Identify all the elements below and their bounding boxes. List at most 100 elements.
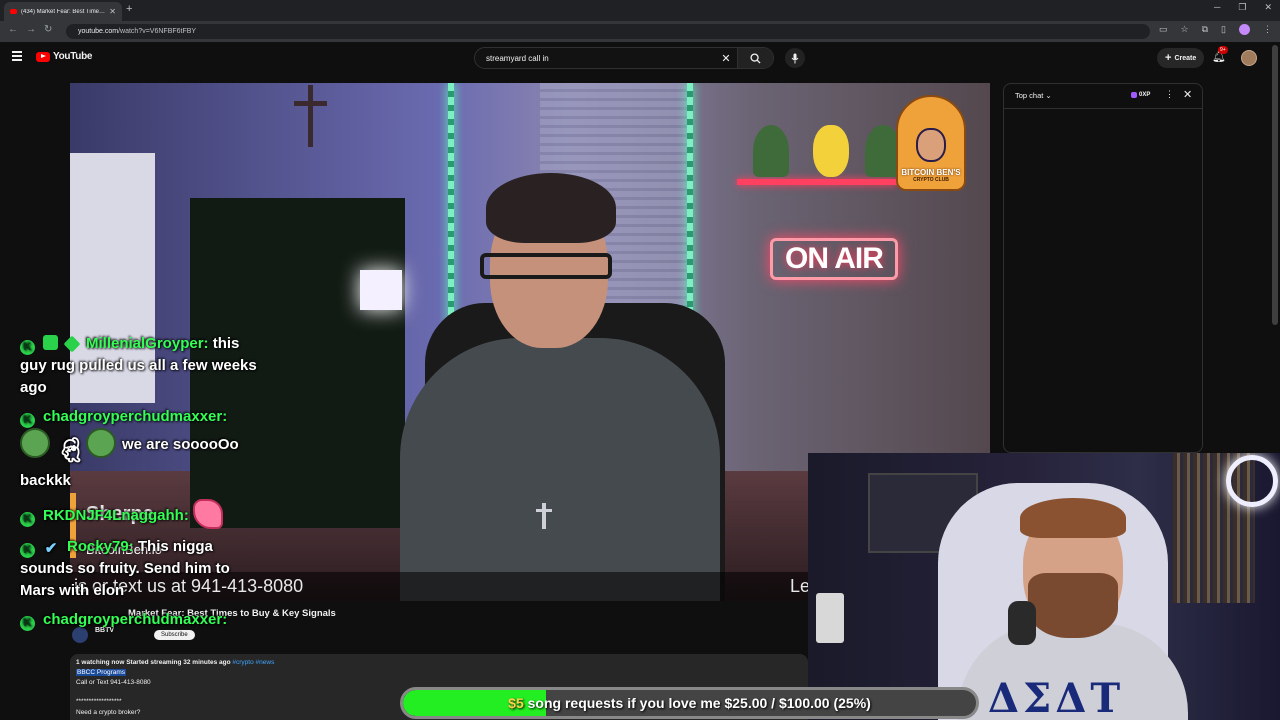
tab-title: (434) Market Fear: Best Times to Buy & K… xyxy=(21,8,105,15)
streamer-webcam: ΔΣΔΤ xyxy=(808,453,1280,720)
mod-badge-icon: K xyxy=(20,543,35,558)
youtube-logo[interactable]: YouTube xyxy=(36,51,93,62)
extensions-icon[interactable]: ⧉ xyxy=(1202,24,1208,35)
voice-search-button[interactable] xyxy=(785,48,805,68)
description-divider: ****************** xyxy=(76,698,122,705)
xp-label: 0XP xyxy=(1139,92,1151,98)
live-chat-panel xyxy=(1003,83,1203,453)
url-path: /watch?v=V6NFBF6tFBY xyxy=(118,28,197,35)
logo-line2: CRYPTO CLUB xyxy=(913,177,949,183)
chat-text: we are sooooOo backkk xyxy=(20,436,239,489)
top-chat-dropdown[interactable]: Top chat ⌄ xyxy=(1015,91,1052,100)
side-panel-icon[interactable]: ▯ xyxy=(1221,24,1226,35)
chat-message: K ✔ Rocky79: This nigga sounds so fruity. … xyxy=(20,536,260,602)
overlay-chat: K MillenialGroyper: this guy rug pulled u… xyxy=(20,333,260,638)
maximize-icon[interactable]: ❐ xyxy=(1238,2,1246,13)
clear-search-icon[interactable]: ✕ xyxy=(715,52,737,65)
chat-username: RKDNJF4Lnaggahh: xyxy=(43,507,189,524)
cast-icon[interactable]: ▭ xyxy=(1159,24,1168,35)
back-icon[interactable]: ← xyxy=(8,24,18,35)
chat-username: chadgroyperchudmaxxer: xyxy=(43,611,228,628)
on-air-neon-sign: ON AIR xyxy=(770,238,898,280)
shirt-letters: ΔΣΔΤ xyxy=(988,675,1125,720)
notification-count-badge: 9+ xyxy=(1218,46,1228,54)
pikachu-figure xyxy=(813,125,849,177)
notifications-button[interactable]: 🔔︎ 9+ xyxy=(1212,46,1228,63)
gift-badge-icon xyxy=(43,335,58,350)
plant xyxy=(753,125,789,177)
checkmark-badge-icon: ✔ xyxy=(44,540,58,557)
chevron-down-icon: ⌄ xyxy=(1045,91,1052,100)
diamond-badge-icon xyxy=(63,335,81,353)
goal-dollar: $5 xyxy=(508,695,524,711)
browser-extensions: ▭ ☆ ⧉ ▯ ⋮ xyxy=(1159,24,1272,35)
pink-emote-icon xyxy=(193,499,224,529)
chat-message: K RKDNJF4Lnaggahh: xyxy=(20,499,260,529)
browser-menu-icon[interactable]: ⋮ xyxy=(1263,24,1272,35)
goal-label: song requests if you love me $25.00 / $1… xyxy=(527,695,871,711)
pepe-emote-icon xyxy=(20,428,50,458)
plus-icon: + xyxy=(1165,52,1172,64)
chat-username: Rocky79: xyxy=(67,538,134,555)
page-scrollbar[interactable] xyxy=(1272,45,1278,325)
search-button[interactable] xyxy=(737,48,773,68)
hashtags[interactable]: #crypto #news xyxy=(232,659,274,666)
xp-badge[interactable]: 0XP xyxy=(1131,92,1150,98)
cross-necklace xyxy=(536,503,552,529)
cup xyxy=(816,593,844,643)
browser-toolbar: ← → ↻ youtube.com/watch?v=V6NFBF6tFBY ▭ … xyxy=(0,21,1280,42)
forward-icon[interactable]: → xyxy=(26,24,36,35)
gem-icon xyxy=(1131,92,1137,98)
close-window-icon[interactable]: ✕ xyxy=(1264,2,1272,13)
neon-shelf xyxy=(737,179,897,185)
new-tab-icon[interactable]: + xyxy=(126,3,132,15)
search-box[interactable]: streamyard call in ✕ xyxy=(474,47,774,69)
chat-message: Kchadgroyperchudmaxxer: xyxy=(20,609,260,631)
youtube-logo-text: YouTube xyxy=(53,51,93,62)
window-controls: ─ ❐ ✕ xyxy=(1214,2,1272,13)
search-input[interactable]: streamyard call in xyxy=(486,54,715,63)
mod-badge-icon: K xyxy=(20,413,35,428)
bbcc-programs-link[interactable]: BBCC Programs xyxy=(76,669,127,676)
address-bar[interactable]: youtube.com/watch?v=V6NFBF6tFBY xyxy=(66,24,1150,39)
chat-username: MillenialGroyper: xyxy=(86,335,209,352)
create-label: Create xyxy=(1174,54,1197,62)
goal-text: $5 song requests if you love me $25.00 /… xyxy=(403,690,976,716)
description-call-line: Call or Text 941-413-8080 xyxy=(76,679,151,686)
chat-close-icon[interactable]: ✕ xyxy=(1183,88,1192,101)
profile-icon[interactable] xyxy=(1239,24,1250,35)
browser-tab[interactable]: (434) Market Fear: Best Times to Buy & K… xyxy=(4,2,122,21)
lamp xyxy=(360,270,402,310)
logo-line1: BITCOIN BEN'S xyxy=(901,168,961,177)
mod-badge-icon: K xyxy=(20,512,35,527)
youtube-play-icon xyxy=(36,51,50,62)
top-chat-label: Top chat xyxy=(1015,91,1044,100)
bitcoin-bens-crypto-club-logo: BITCOIN BEN'S CRYPTO CLUB xyxy=(896,95,966,191)
microphone-icon xyxy=(791,53,799,63)
hamburger-menu-icon[interactable] xyxy=(12,51,22,61)
reload-icon[interactable]: ↻ xyxy=(44,24,52,35)
mod-badge-icon: K xyxy=(20,616,35,631)
description-broker-line: Need a crypto broker? xyxy=(76,709,141,716)
headset xyxy=(1008,601,1036,645)
chat-message: K MillenialGroyper: this guy rug pulled u… xyxy=(20,333,260,399)
stats-text: 1 watching now Started streaming 32 minu… xyxy=(76,659,233,666)
url-host: youtube.com xyxy=(78,28,119,35)
minimize-icon[interactable]: ─ xyxy=(1214,2,1220,13)
search-icon xyxy=(750,52,761,64)
youtube-favicon-icon xyxy=(10,9,17,14)
chat-more-icon[interactable]: ⋮ xyxy=(1165,89,1174,100)
mod-badge-icon: K xyxy=(20,340,35,355)
chat-username: chadgroyperchudmaxxer: xyxy=(43,408,228,425)
dancing-figure-emote-icon: 🕺︎ xyxy=(56,437,87,464)
account-avatar[interactable] xyxy=(1241,50,1257,66)
ring-light xyxy=(1226,455,1278,507)
tab-close-icon[interactable]: ✕ xyxy=(109,7,116,16)
create-button[interactable]: + Create xyxy=(1157,48,1205,68)
youtube-masthead: YouTube streamyard call in ✕ + Create 🔔︎… xyxy=(0,42,1280,74)
bookmark-star-icon[interactable]: ☆ xyxy=(1181,24,1189,35)
pepe-emote-icon xyxy=(86,428,116,458)
wall-cross xyxy=(294,85,327,147)
browser-tab-bar: (434) Market Fear: Best Times to Buy & K… xyxy=(0,0,1280,21)
host-person xyxy=(400,173,720,601)
